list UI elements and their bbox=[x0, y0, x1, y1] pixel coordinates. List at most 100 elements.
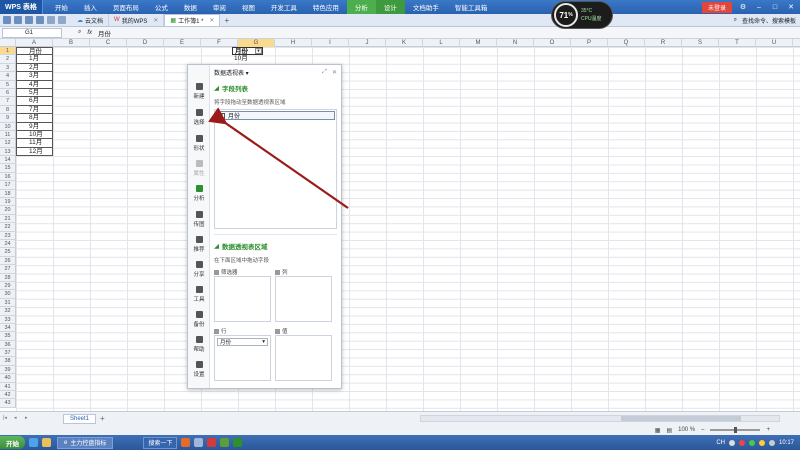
row-header-18[interactable]: 18 bbox=[0, 189, 16, 199]
name-box[interactable]: G1 bbox=[2, 27, 62, 38]
row-header-42[interactable]: 42 bbox=[0, 391, 16, 400]
sheet-tab-sheet1[interactable]: Sheet1 bbox=[63, 413, 97, 424]
row-header-23[interactable]: 23 bbox=[0, 231, 16, 240]
row-header-27[interactable]: 27 bbox=[0, 265, 16, 274]
pivot-side-shape[interactable]: 形状 bbox=[188, 135, 210, 152]
ribbon-tab-smart-toolbox[interactable]: 智能工具箱 bbox=[447, 0, 496, 14]
zoom-formula-icon[interactable]: ⌕ bbox=[78, 29, 81, 36]
column-header-p[interactable]: P bbox=[571, 39, 608, 47]
row-header-32[interactable]: 32 bbox=[0, 307, 16, 316]
ribbon-tab-insert[interactable]: 插入 bbox=[76, 0, 105, 14]
ribbon-tab-data[interactable]: 数据 bbox=[176, 0, 205, 14]
preview-icon[interactable] bbox=[36, 16, 44, 24]
ribbon-tab-view[interactable]: 视图 bbox=[234, 0, 263, 14]
cell-a4[interactable]: 3月 bbox=[16, 72, 53, 81]
first-sheet-icon[interactable]: |◂ bbox=[3, 415, 11, 423]
field-checkbox[interactable]: ✓ bbox=[219, 112, 225, 119]
column-drop-zone[interactable] bbox=[275, 276, 332, 322]
column-header-e[interactable]: E bbox=[164, 39, 201, 47]
column-header-k[interactable]: K bbox=[386, 39, 423, 47]
app-icon[interactable] bbox=[207, 438, 217, 447]
column-header-o[interactable]: O bbox=[534, 39, 571, 47]
pivot-area-title[interactable]: ◢ 数据透视表区域 bbox=[214, 241, 337, 251]
cell-a7[interactable]: 6月 bbox=[16, 97, 53, 106]
close-tab-icon[interactable]: ✕ bbox=[153, 17, 158, 24]
row-header-6[interactable]: 6 bbox=[0, 88, 16, 98]
row-header-43[interactable]: 43 bbox=[0, 399, 16, 408]
row-header-4[interactable]: 4 bbox=[0, 72, 16, 81]
start-button[interactable]: 开始 bbox=[0, 436, 25, 449]
zoom-slider[interactable] bbox=[710, 427, 761, 433]
ribbon-tab-home[interactable]: 开始 bbox=[47, 0, 76, 14]
spreadsheet-grid[interactable]: ABCDEFGHIJKLMNOPQRSTUV 12345678910111213… bbox=[0, 39, 800, 411]
ribbon-tab-developer[interactable]: 开发工具 bbox=[263, 0, 305, 14]
row-header-26[interactable]: 26 bbox=[0, 256, 16, 266]
ribbon-tab-analyze[interactable]: 分析 bbox=[346, 0, 376, 14]
row-header-20[interactable]: 20 bbox=[0, 206, 16, 215]
select-all-corner[interactable] bbox=[0, 39, 16, 47]
column-header-v[interactable]: V bbox=[793, 39, 800, 47]
cell-a10[interactable]: 9月 bbox=[16, 122, 53, 131]
row-header-8[interactable]: 8 bbox=[0, 105, 16, 115]
pin-icon[interactable]: ⤢ bbox=[322, 69, 327, 76]
save-icon[interactable] bbox=[14, 16, 22, 24]
column-header-u[interactable]: U bbox=[756, 39, 793, 47]
fx-icon[interactable]: fx bbox=[87, 30, 92, 36]
row-header-34[interactable]: 34 bbox=[0, 323, 16, 333]
page-view-icon[interactable]: ▤ bbox=[666, 427, 672, 434]
tray-icon[interactable] bbox=[748, 439, 755, 446]
row-header-31[interactable]: 31 bbox=[0, 298, 16, 308]
row-header-40[interactable]: 40 bbox=[0, 374, 16, 383]
cell-a9[interactable]: 8月 bbox=[16, 114, 53, 123]
login-button[interactable]: 未登录 bbox=[701, 1, 732, 13]
row-header-17[interactable]: 17 bbox=[0, 181, 16, 190]
pivot-side-help[interactable]: 帮助 bbox=[188, 336, 210, 353]
cell-a8[interactable]: 7月 bbox=[16, 105, 53, 115]
pivot-side-analyze[interactable]: 分析 bbox=[188, 185, 210, 202]
minimize-icon[interactable]: – bbox=[754, 4, 764, 11]
pivot-side-send-image[interactable]: 传图 bbox=[188, 211, 210, 228]
cell-a3[interactable]: 2月 bbox=[16, 63, 53, 73]
cpu-monitor-widget[interactable]: 71% 35°C CPU温度 bbox=[551, 1, 613, 29]
wps-sheet-icon[interactable] bbox=[233, 438, 243, 447]
wps-menu-button[interactable]: WPS 表格 bbox=[0, 0, 43, 14]
row-header-5[interactable]: 5 bbox=[0, 80, 16, 89]
row-header-12[interactable]: 12 bbox=[0, 139, 16, 148]
command-search-input[interactable]: 查找命令、搜索模板 bbox=[742, 16, 796, 25]
row-header-33[interactable]: 33 bbox=[0, 315, 16, 324]
new-tab-icon[interactable]: + bbox=[224, 16, 229, 25]
ribbon-tab-formula[interactable]: 公式 bbox=[147, 0, 176, 14]
open-folder-icon[interactable] bbox=[3, 16, 11, 24]
row-header-2[interactable]: 2 bbox=[0, 55, 16, 64]
tray-icon[interactable] bbox=[728, 439, 735, 446]
row-header-15[interactable]: 15 bbox=[0, 164, 16, 173]
row-header-14[interactable]: 14 bbox=[0, 156, 16, 165]
pivot-side-tools[interactable]: 工具 bbox=[188, 286, 210, 303]
row-field-month[interactable]: 月份 ▾ bbox=[217, 338, 268, 346]
row-header-1[interactable]: 1 bbox=[0, 47, 16, 56]
row-drop-zone[interactable]: 月份 ▾ bbox=[214, 335, 271, 381]
column-header-q[interactable]: Q bbox=[608, 39, 645, 47]
app-icon[interactable] bbox=[181, 438, 191, 447]
ribbon-tab-special[interactable]: 特色应用 bbox=[305, 0, 347, 14]
column-header-i[interactable]: I bbox=[312, 39, 349, 47]
cell-g2[interactable]: 10月 bbox=[232, 55, 263, 63]
row-header-37[interactable]: 37 bbox=[0, 349, 16, 358]
ribbon-tab-page-layout[interactable]: 页面布局 bbox=[105, 0, 147, 14]
column-header-d[interactable]: D bbox=[127, 39, 164, 47]
row-header-22[interactable]: 22 bbox=[0, 223, 16, 232]
close-icon[interactable]: ✕ bbox=[786, 3, 796, 11]
taskbar-search-button[interactable]: 搜索一下 bbox=[143, 436, 178, 449]
undo-icon[interactable] bbox=[47, 16, 55, 24]
row-header-38[interactable]: 38 bbox=[0, 357, 16, 366]
folder-icon[interactable] bbox=[42, 438, 51, 447]
row-header-3[interactable]: 3 bbox=[0, 63, 16, 73]
skin-icon[interactable]: ⚙ bbox=[738, 3, 748, 11]
next-sheet-icon[interactable]: ▸ bbox=[25, 415, 33, 423]
pivot-side-share[interactable]: 分享 bbox=[188, 261, 210, 278]
app-icon[interactable] bbox=[194, 438, 204, 447]
field-item-month[interactable]: ✓ 月份 bbox=[216, 111, 335, 120]
close-panel-icon[interactable]: ✕ bbox=[332, 69, 337, 76]
cell-a5[interactable]: 4月 bbox=[16, 80, 53, 89]
field-list-title[interactable]: ◢ 字段列表 bbox=[214, 83, 337, 93]
